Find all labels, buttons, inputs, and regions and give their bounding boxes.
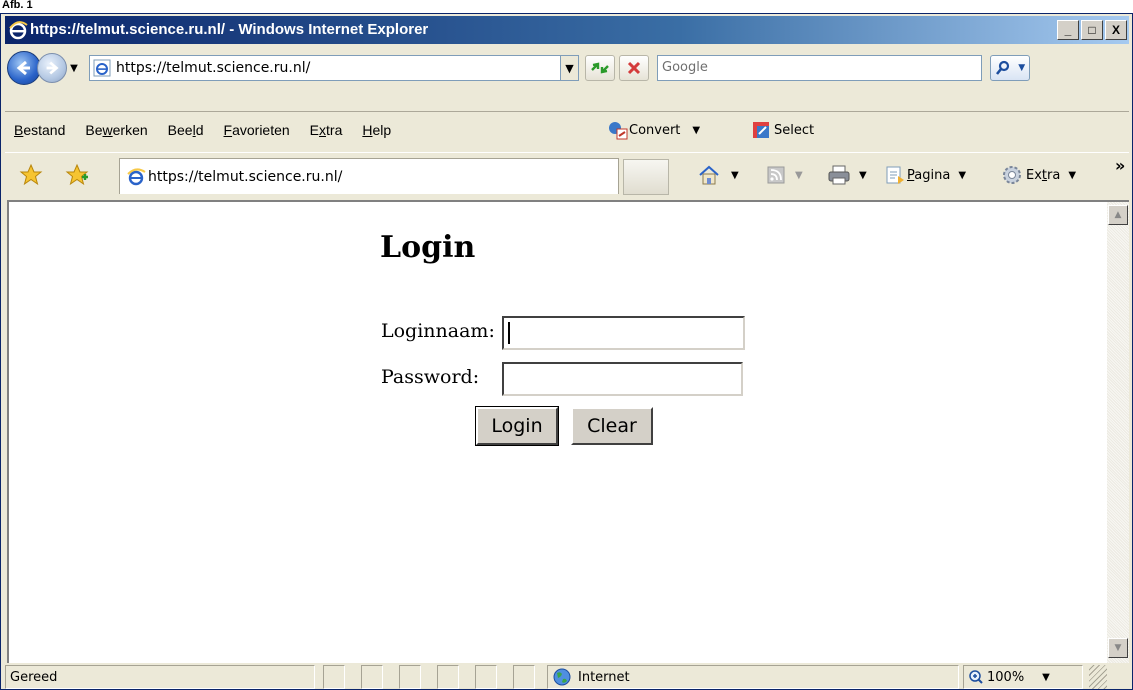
page-menu-button[interactable]: Pagina ▼ xyxy=(885,153,966,197)
menu-bar: Bestand Bewerken Beeld Favorieten Extra … xyxy=(5,113,1129,147)
history-dropdown-icon[interactable]: ▼ xyxy=(67,61,81,75)
tab-title: https://telmut.science.ru.nl/ xyxy=(148,168,343,185)
scroll-down-icon[interactable]: ▼ xyxy=(1108,638,1128,658)
vertical-scrollbar[interactable]: ▲ ▼ xyxy=(1107,200,1129,663)
home-icon xyxy=(699,165,719,185)
convert-label: Convert xyxy=(629,122,681,138)
menu-bestand[interactable]: Bestand xyxy=(5,122,76,138)
select-button[interactable]: Select xyxy=(750,113,814,147)
search-input[interactable]: Google xyxy=(657,55,982,81)
search-button[interactable]: ▼ xyxy=(990,55,1030,81)
refresh-button[interactable] xyxy=(585,55,615,81)
resize-grip[interactable] xyxy=(1089,665,1107,689)
menu-extra[interactable]: Extra xyxy=(301,122,354,138)
favorites-star-icon[interactable] xyxy=(19,163,43,187)
page-ie-icon xyxy=(93,59,111,77)
refresh-icon xyxy=(591,62,609,74)
arrow-left-icon xyxy=(16,60,30,76)
zoom-dropdown-icon[interactable]: ▼ xyxy=(1042,672,1050,683)
menu-help[interactable]: Help xyxy=(353,122,402,138)
login-button[interactable]: Login xyxy=(475,406,559,446)
password-input[interactable] xyxy=(502,362,743,396)
select-label: Select xyxy=(774,122,815,138)
rss-feed-icon xyxy=(767,166,785,184)
convert-pdf-icon xyxy=(609,122,628,140)
page-menu-label: Pagina xyxy=(907,167,951,183)
tools-menu-button[interactable]: Extra ▼ xyxy=(1001,153,1076,197)
tab-ie-icon xyxy=(127,167,146,185)
tools-menu-label: Extra xyxy=(1026,167,1061,183)
status-pane xyxy=(513,665,535,689)
status-bar: Gereed Internet 100% ▼ xyxy=(5,665,1129,689)
menubar-divider xyxy=(5,111,1129,112)
page-menu-icon xyxy=(886,166,904,184)
gear-icon xyxy=(1003,166,1021,184)
feeds-button[interactable]: ▼ xyxy=(767,153,803,197)
select-pdf-icon xyxy=(753,122,769,138)
clear-button[interactable]: Clear xyxy=(571,407,653,445)
page-dropdown-icon[interactable]: ▼ xyxy=(958,170,966,181)
username-input[interactable] xyxy=(502,316,745,350)
browser-window: https://telmut.science.ru.nl/ - Windows … xyxy=(0,13,1133,690)
convert-dropdown-icon[interactable]: ▼ xyxy=(692,125,700,136)
stop-button[interactable] xyxy=(619,55,649,81)
minimize-button[interactable]: _ xyxy=(1057,20,1079,40)
toolbar-overflow-button[interactable]: » xyxy=(1115,143,1125,187)
login-heading: Login xyxy=(380,230,476,265)
add-favorite-icon[interactable] xyxy=(65,163,89,187)
home-dropdown-icon[interactable]: ▼ xyxy=(731,170,739,181)
status-text: Gereed xyxy=(5,665,315,689)
status-pane xyxy=(399,665,421,689)
top-edge-fragment: Afb. 1 xyxy=(0,0,1133,13)
status-pane xyxy=(475,665,497,689)
tab-current[interactable]: https://telmut.science.ru.nl/ xyxy=(119,158,619,194)
title-bar[interactable]: https://telmut.science.ru.nl/ - Windows … xyxy=(5,16,1129,44)
address-toolbar: ▼ https://telmut.science.ru.nl/ ▼ Google xyxy=(5,48,1129,88)
search-icon xyxy=(995,60,1009,75)
internet-globe-icon xyxy=(553,668,571,686)
feeds-dropdown-icon[interactable]: ▼ xyxy=(795,170,803,181)
address-field[interactable]: https://telmut.science.ru.nl/ ▼ xyxy=(89,55,579,81)
close-button[interactable]: X xyxy=(1105,20,1127,40)
arrow-right-icon xyxy=(46,61,59,75)
print-button[interactable]: ▼ xyxy=(827,153,867,197)
new-tab-button[interactable] xyxy=(623,159,669,195)
status-pane xyxy=(437,665,459,689)
back-button[interactable] xyxy=(7,51,41,85)
printer-icon xyxy=(828,165,850,185)
ie-logo-icon xyxy=(9,21,28,40)
command-bar: https://telmut.science.ru.nl/ ▼ ▼ ▼ Pagi… xyxy=(5,152,1129,196)
text-caret xyxy=(508,322,510,344)
page-content: Login Loginnaam: Password: Login Clear xyxy=(7,200,1107,663)
address-dropdown-icon[interactable]: ▼ xyxy=(560,56,578,80)
username-label: Loginnaam: xyxy=(381,320,495,342)
print-dropdown-icon[interactable]: ▼ xyxy=(859,170,867,181)
search-options-icon[interactable]: ▼ xyxy=(1018,63,1025,73)
scroll-up-icon[interactable]: ▲ xyxy=(1108,205,1128,225)
status-pane xyxy=(323,665,345,689)
status-pane xyxy=(361,665,383,689)
menu-favorieten[interactable]: Favorieten xyxy=(215,122,301,138)
menu-beeld[interactable]: Beeld xyxy=(159,122,215,138)
address-text: https://telmut.science.ru.nl/ xyxy=(116,60,311,76)
forward-button[interactable] xyxy=(37,53,67,83)
stop-x-icon xyxy=(627,61,641,75)
zone-label: Internet xyxy=(578,669,630,685)
security-zone[interactable]: Internet xyxy=(547,665,959,689)
zoom-control[interactable]: 100% ▼ xyxy=(963,665,1083,689)
zoom-level: 100% xyxy=(987,669,1025,685)
menu-bewerken[interactable]: Bewerken xyxy=(76,122,158,138)
password-label: Password: xyxy=(381,366,480,388)
maximize-button[interactable]: □ xyxy=(1081,20,1103,40)
convert-button[interactable]: Convert ▼ xyxy=(607,113,700,147)
tools-dropdown-icon[interactable]: ▼ xyxy=(1068,170,1076,181)
window-title: https://telmut.science.ru.nl/ - Windows … xyxy=(30,21,429,38)
home-button[interactable]: ▼ xyxy=(697,153,739,197)
zoom-icon xyxy=(969,670,983,684)
